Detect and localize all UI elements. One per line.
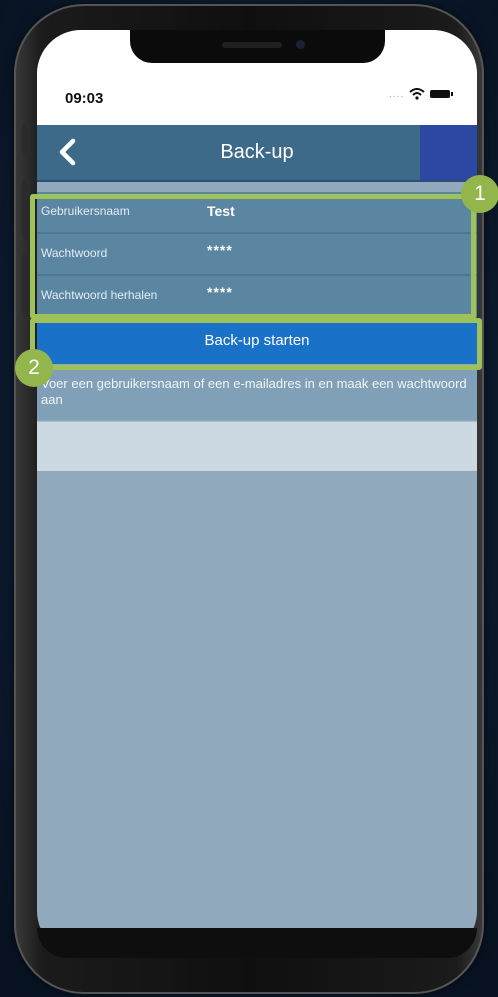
- front-camera: [296, 40, 305, 49]
- signal-icon: ....: [389, 88, 405, 100]
- callout-badge-1: 1: [461, 175, 498, 213]
- callout-badge-2: 2: [15, 349, 53, 387]
- status-time: 09:03: [65, 90, 104, 107]
- volume-down-button: [22, 254, 30, 314]
- phone-notch: [130, 30, 385, 63]
- page-title: Back-up: [220, 141, 294, 163]
- volume-up-button: [22, 179, 30, 239]
- battery-icon: [430, 90, 454, 98]
- speaker-grille: [222, 42, 282, 48]
- callout-box-start-button: [30, 318, 482, 370]
- bottom-bezel: [37, 928, 477, 958]
- mute-switch: [22, 124, 30, 154]
- callout-box-credentials: [30, 194, 476, 319]
- phone-screen: 09:03 .... Back-up Gebruikersnaam Test W…: [37, 30, 477, 955]
- wifi-icon: [409, 88, 425, 100]
- status-icons: ....: [389, 88, 454, 100]
- hint-text: Voer een gebruikersnaam of een e-mailadr…: [37, 368, 477, 420]
- empty-list-row: [37, 421, 477, 471]
- nav-bar: Back-up: [37, 125, 477, 182]
